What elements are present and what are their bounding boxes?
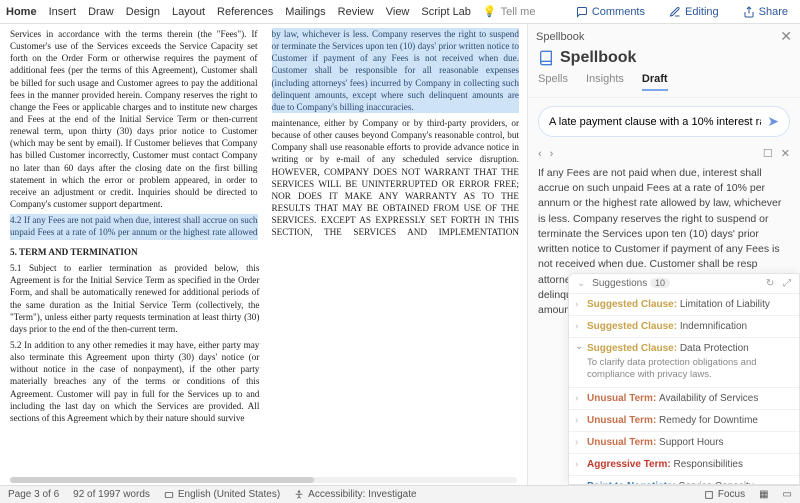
suggestion-topic: Availability of Services	[659, 393, 758, 404]
send-icon[interactable]: ➤	[767, 113, 779, 130]
panel-close-icon[interactable]: ✕	[780, 28, 792, 45]
bulb-icon: 💡	[483, 5, 497, 18]
scrollbar-thumb[interactable]	[10, 477, 314, 483]
refresh-icon[interactable]: ↻	[766, 278, 774, 289]
spellbook-panel: Spellbook ✕ Spellbook Spells Insights Dr…	[527, 24, 800, 485]
suggestion-item[interactable]: Point to Negotiate: Service Capacity	[569, 476, 799, 484]
suggestion-kind: Aggressive Term:	[587, 459, 674, 470]
suggestion-kind: Suggested Clause:	[587, 299, 680, 310]
suggestion-explanation: To clarify data protection obligations a…	[587, 357, 791, 382]
suggestions-count: 10	[650, 278, 670, 288]
suggestion-kind: Suggested Clause:	[587, 321, 680, 332]
ribbon-tab-insert[interactable]: Insert	[49, 6, 77, 18]
share-button[interactable]: Share	[737, 4, 794, 20]
language-icon	[164, 490, 174, 500]
focus-icon	[704, 490, 714, 500]
suggestion-item[interactable]: Unusual Term: Support Hours	[569, 432, 799, 454]
comments-button[interactable]: Comments	[570, 4, 651, 20]
focus-mode[interactable]: Focus	[704, 489, 745, 500]
suggestion-topic: Responsibilities	[674, 459, 743, 470]
doc-para: 5.1 Subject to earlier termination as pr…	[10, 262, 259, 335]
suggestion-kind: Unusual Term:	[587, 437, 659, 448]
view-print-icon[interactable]: ▦	[759, 489, 768, 500]
suggestions-panel: ⌄ Suggestions 10 ↻ ⤢ Suggested Clause: L…	[568, 273, 800, 485]
suggestion-topic: Data Protection	[680, 343, 749, 354]
section-heading: 5. TERM AND TERMINATION	[10, 246, 259, 258]
pencil-icon	[669, 6, 681, 18]
suggestion-kind: Unusual Term:	[587, 415, 659, 426]
prompt-input[interactable]	[549, 116, 761, 128]
suggestion-kind: Suggested Clause:	[587, 343, 680, 354]
bookmark-icon[interactable]: ☐	[763, 147, 773, 160]
panel-brand: Spellbook	[560, 49, 636, 67]
share-label: Share	[759, 6, 788, 18]
tell-me-label: Tell me	[501, 6, 536, 18]
status-language[interactable]: English (United States)	[164, 489, 280, 500]
comment-icon	[576, 6, 588, 18]
suggestion-item[interactable]: Aggressive Term: Responsibilities	[569, 454, 799, 476]
document-area[interactable]: Services in accordance with the terms th…	[0, 24, 527, 485]
ribbon-tab-layout[interactable]: Layout	[172, 6, 205, 18]
prev-icon[interactable]: ‹	[538, 148, 542, 160]
ribbon-tab-design[interactable]: Design	[126, 6, 160, 18]
suggestion-kind: Point to Negotiate:	[587, 481, 679, 484]
spellbook-logo-icon	[538, 50, 554, 66]
status-words[interactable]: 92 of 1997 words	[73, 489, 150, 500]
ribbon-tab-draw[interactable]: Draw	[88, 6, 114, 18]
tell-me[interactable]: 💡 Tell me	[483, 5, 536, 18]
ribbon-tab-view[interactable]: View	[386, 6, 410, 18]
expand-icon[interactable]: ⤢	[783, 278, 791, 289]
suggestion-topic: Limitation of Liability	[680, 299, 770, 310]
view-web-icon[interactable]: ▭	[783, 489, 792, 500]
doc-para: 5.2 In addition to any other remedies it…	[10, 339, 259, 424]
status-accessibility-label: Accessibility: Investigate	[308, 489, 416, 500]
suggestion-topic: Support Hours	[659, 437, 723, 448]
suggestion-item[interactable]: Unusual Term: Remedy for Downtime	[569, 410, 799, 432]
status-bar: Page 3 of 6 92 of 1997 words English (Un…	[0, 485, 800, 503]
suggestion-item[interactable]: Suggested Clause: Indemnification	[569, 316, 799, 338]
ribbon-tab-home[interactable]: Home	[6, 6, 37, 18]
status-page[interactable]: Page 3 of 6	[8, 489, 59, 500]
horizontal-scrollbar[interactable]	[10, 477, 517, 483]
suggestion-kind: Unusual Term:	[587, 393, 659, 404]
comments-label: Comments	[592, 6, 645, 18]
panel-tab-spells[interactable]: Spells	[538, 73, 568, 91]
dismiss-icon[interactable]: ✕	[781, 147, 790, 160]
suggestion-item[interactable]: Unusual Term: Availability of Services	[569, 388, 799, 410]
next-icon[interactable]: ›	[550, 148, 554, 160]
suggestion-item[interactable]: Suggested Clause: Limitation of Liabilit…	[569, 294, 799, 316]
editing-button[interactable]: Editing	[663, 4, 725, 20]
ribbon-tab-review[interactable]: Review	[338, 6, 374, 18]
prompt-box[interactable]: ➤	[538, 106, 790, 137]
status-accessibility[interactable]: Accessibility: Investigate	[294, 489, 416, 500]
suggestion-topic: Remedy for Downtime	[659, 415, 758, 426]
suggestion-item[interactable]: Suggested Clause: Data Protection To clar…	[569, 338, 799, 388]
doc-para: Services in accordance with the terms th…	[10, 28, 258, 210]
chevron-down-icon[interactable]: ⌄	[577, 278, 585, 289]
focus-label: Focus	[718, 489, 745, 500]
ribbon-tab-references[interactable]: References	[217, 6, 273, 18]
accessibility-icon	[294, 490, 304, 500]
ribbon-tab-scriptlab[interactable]: Script Lab	[421, 6, 471, 18]
panel-tab-insights[interactable]: Insights	[586, 73, 624, 91]
share-icon	[743, 6, 755, 18]
suggestions-label: Suggestions	[592, 278, 647, 289]
suggestion-topic: Indemnification	[680, 321, 747, 332]
status-language-label: English (United States)	[178, 489, 280, 500]
editing-label: Editing	[685, 6, 719, 18]
ribbon: Home Insert Draw Design Layout Reference…	[0, 0, 800, 24]
ribbon-tab-mailings[interactable]: Mailings	[285, 6, 325, 18]
suggestion-topic: Service Capacity	[679, 481, 754, 484]
panel-tab-draft[interactable]: Draft	[642, 73, 668, 91]
panel-title: Spellbook	[536, 31, 584, 43]
